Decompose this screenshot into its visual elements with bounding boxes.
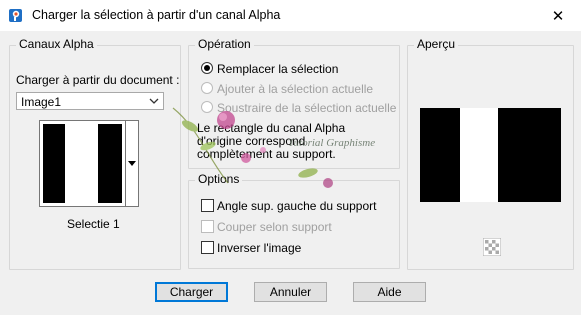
operation-description-line1: Le rectangle du canal Alpha — [197, 121, 346, 135]
clip-to-canvas-label[interactable]: Couper selon support — [217, 220, 332, 234]
triangle-down-icon — [128, 161, 136, 166]
close-button[interactable]: ✕ — [535, 0, 581, 31]
alpha-channel-thumbnail-image — [43, 124, 123, 203]
add-selection-label[interactable]: Ajouter à la sélection actuelle — [217, 82, 373, 96]
preview-legend: Aperçu — [414, 37, 459, 51]
operation-description-line3: complètement au support. — [197, 147, 336, 161]
load-button[interactable]: Charger — [155, 282, 228, 302]
add-selection-radio[interactable] — [201, 82, 213, 94]
paint-shop-pro-icon — [9, 9, 22, 22]
load-from-document-label: Charger à partir du document : — [16, 73, 180, 87]
operation-legend: Opération — [195, 37, 254, 51]
document-select[interactable]: Image1 — [16, 92, 164, 110]
replace-selection-label[interactable]: Remplacer la sélection — [217, 62, 338, 76]
preview-image — [420, 108, 561, 202]
alpha-channels-legend: Canaux Alpha — [16, 37, 97, 51]
clip-to-canvas-checkbox[interactable] — [201, 220, 214, 233]
channel-dropdown-button[interactable] — [125, 120, 139, 207]
alpha-channel-thumbnail — [39, 120, 139, 207]
channel-name: Selectie 1 — [67, 217, 120, 231]
subtract-selection-label[interactable]: Soustraire de la sélection actuelle — [217, 101, 396, 115]
document-select-value: Image1 — [21, 95, 62, 109]
title-bar: Charger la sélection à partir d'un canal… — [0, 0, 581, 31]
invert-image-checkbox[interactable] — [201, 241, 214, 254]
subtract-selection-radio[interactable] — [201, 101, 213, 113]
top-left-corner-checkbox[interactable] — [201, 199, 214, 212]
top-left-corner-label[interactable]: Angle sup. gauche du support — [217, 199, 376, 213]
invert-image-label[interactable]: Inverser l'image — [217, 241, 301, 255]
help-button[interactable]: Aide — [353, 282, 426, 302]
options-legend: Options — [195, 172, 243, 186]
replace-selection-radio[interactable] — [201, 62, 213, 74]
operation-description-line2: d'origine correspond — [197, 134, 306, 148]
close-icon: ✕ — [551, 7, 565, 25]
chevron-down-icon — [149, 98, 159, 104]
cancel-button[interactable]: Annuler — [254, 282, 327, 302]
transparency-checker-icon[interactable] — [483, 238, 501, 256]
window-title: Charger la sélection à partir d'un canal… — [32, 8, 281, 22]
